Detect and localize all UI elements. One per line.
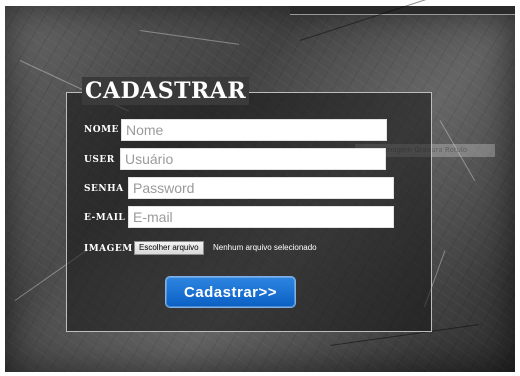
cadastrar-submit-button[interactable]: Cadastrar>>: [165, 276, 296, 308]
form-legend: CADASTRAR: [82, 77, 250, 105]
email-label: E-MAIL: [84, 213, 126, 223]
email-input[interactable]: [128, 206, 394, 228]
imagem-label: IMAGEM: [84, 244, 133, 254]
senha-input[interactable]: [128, 177, 394, 199]
nome-input[interactable]: [121, 119, 387, 141]
user-input[interactable]: [120, 148, 386, 170]
nome-label: NOME: [84, 125, 119, 135]
choose-file-button[interactable]: Escolher arquivo: [134, 241, 204, 255]
user-label: USER: [84, 155, 115, 165]
senha-label: SENHA: [84, 184, 124, 194]
file-status-text: Nenhum arquivo selecionado: [213, 243, 317, 252]
